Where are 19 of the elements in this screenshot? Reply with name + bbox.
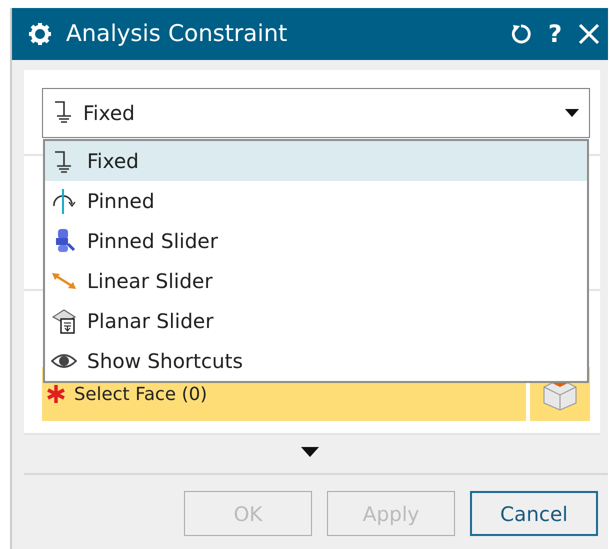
close-icon[interactable] [578, 23, 600, 45]
help-button[interactable]: ? [542, 20, 568, 48]
dropdown-option[interactable]: Pinned [45, 181, 587, 221]
expand-arrow-icon[interactable] [301, 447, 319, 457]
asterisk-icon [46, 384, 66, 404]
gear-icon [28, 22, 52, 46]
double-arrow-icon [51, 271, 77, 291]
type-dropdown[interactable]: Fixed [42, 88, 590, 138]
dropdown-option[interactable]: Linear Slider [45, 261, 587, 301]
plane-box-icon [51, 307, 77, 335]
dialog-button[interactable]: Cancel [470, 491, 598, 536]
dropdown-option[interactable]: Fixed [45, 141, 587, 181]
dropdown-caret-icon[interactable] [565, 109, 579, 117]
window-title: Analysis Constraint [66, 21, 288, 47]
dropdown-option[interactable]: Pinned Slider [45, 221, 587, 261]
dropdown-option[interactable]: Planar Slider [45, 301, 587, 341]
reset-icon[interactable] [510, 23, 532, 45]
eye-icon [51, 352, 77, 370]
pin-hinge-icon [51, 188, 77, 214]
